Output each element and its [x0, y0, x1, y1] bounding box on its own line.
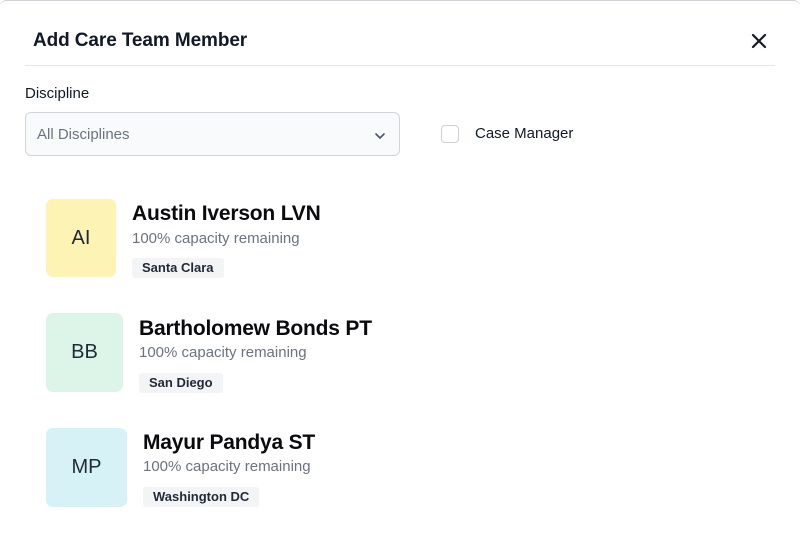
- avatar: MP: [46, 428, 127, 507]
- location-badge: San Diego: [139, 373, 223, 393]
- dialog-title: Add Care Team Member: [33, 30, 248, 51]
- dialog-header: Add Care Team Member: [25, 1, 775, 66]
- member-capacity: 100% capacity remaining: [143, 458, 311, 475]
- avatar: AI: [46, 199, 116, 277]
- case-manager-label[interactable]: Case Manager: [475, 125, 573, 142]
- location-badge: Washington DC: [143, 487, 260, 507]
- chevron-down-icon: [374, 129, 386, 141]
- member-capacity: 100% capacity remaining: [139, 344, 307, 361]
- avatar: BB: [46, 313, 123, 392]
- discipline-select-value: All Disciplines: [37, 126, 130, 143]
- member-name: Bartholomew Bonds PT: [139, 317, 372, 340]
- member-capacity: 100% capacity remaining: [132, 230, 300, 247]
- discipline-label: Discipline: [25, 85, 90, 102]
- member-name: Mayur Pandya ST: [143, 431, 316, 454]
- add-care-team-member-dialog: Add Care Team Member Discipline All Disc…: [0, 0, 800, 533]
- case-manager-checkbox[interactable]: [441, 125, 459, 143]
- discipline-select[interactable]: All Disciplines: [25, 112, 400, 156]
- close-icon[interactable]: [749, 31, 769, 51]
- location-badge: Santa Clara: [132, 258, 224, 278]
- member-name: Austin Iverson LVN: [132, 202, 321, 225]
